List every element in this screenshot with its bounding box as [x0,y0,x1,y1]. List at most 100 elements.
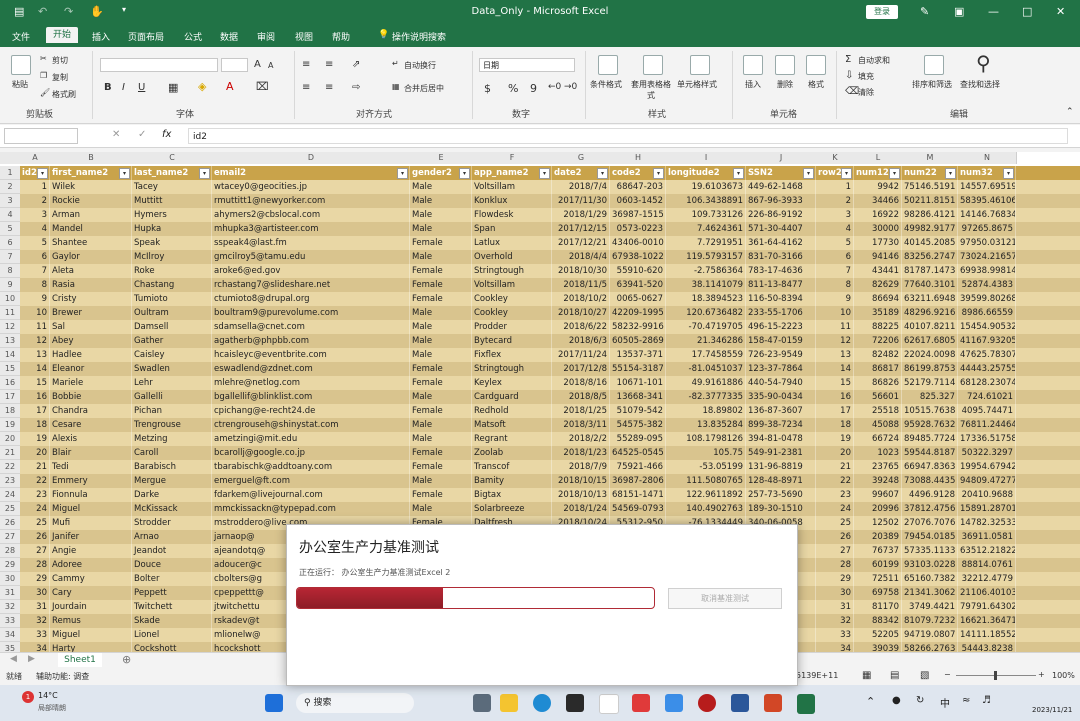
table-cell[interactable]: Angie [50,544,132,558]
table-cell[interactable]: 16 [816,390,854,404]
filter-dropdown-icon[interactable]: ▾ [945,168,956,179]
table-cell[interactable]: 26 [816,530,854,544]
paste-button[interactable]: 粘贴 [12,79,28,90]
table-cell[interactable]: Gaylor [50,250,132,264]
cancel-entry-icon[interactable]: ✕ [112,129,120,140]
column-header[interactable]: C [132,152,213,164]
table-cell[interactable]: 64525-0545 [610,446,666,460]
row-number[interactable]: 29 [0,558,20,572]
row-number[interactable]: 2 [0,180,20,194]
table-cell[interactable]: 40145.2085 [902,236,958,250]
table-cell[interactable]: 60199 [854,558,902,572]
table-cell[interactable]: 51079-542 [610,404,666,418]
align-left-icon[interactable]: ≡ [302,82,310,93]
table-cell[interactable]: 14 [20,362,50,376]
table-cell[interactable]: 20 [816,446,854,460]
normal-view-icon[interactable]: ▦ [862,670,871,681]
table-cell[interactable]: McIlroy [132,250,212,264]
table-cell[interactable]: 39248 [854,474,902,488]
zoom-level[interactable]: 100% [1052,671,1075,680]
table-cell[interactable]: 2018/4/4 [552,250,610,264]
cloud-app-icon[interactable] [665,694,683,712]
table-cell[interactable]: 2018/10/2 [552,292,610,306]
table-cell[interactable]: Mandel [50,222,132,236]
powerpoint-icon[interactable] [764,694,782,712]
table-cell[interactable]: Male [410,250,472,264]
row-number[interactable]: 16 [0,376,20,390]
table-cell[interactable]: 12 [20,334,50,348]
table-cell[interactable]: 94809.47277 [958,474,1016,488]
table-cell[interactable]: 119.5793157 [666,250,746,264]
filter-dropdown-icon[interactable]: ▾ [1003,168,1014,179]
tell-me-search[interactable]: 操作说明搜索 [386,29,452,44]
find-select-button[interactable]: 查找和选择 [960,79,1000,90]
table-cell[interactable]: 37812.4756 [902,502,958,516]
tab-insert[interactable]: 插入 [86,29,116,44]
table-cell[interactable]: Miguel [50,502,132,516]
table-cell[interactable]: 98286.4121 [902,208,958,222]
table-cell[interactable]: emerguel@ft.com [212,474,410,488]
tab-file[interactable]: 文件 [6,29,36,44]
table-cell[interactable]: 52205 [854,628,902,642]
header-cell[interactable]: row2 ▾ [816,166,854,180]
table-cell[interactable]: 55910-620 [610,264,666,278]
table-cell[interactable]: Cockshott [132,642,212,652]
table-cell[interactable]: 86817 [854,362,902,376]
table-cell[interactable]: 21 [20,460,50,474]
table-cell[interactable]: 394-81-0478 [746,432,816,446]
word-icon[interactable] [731,694,749,712]
table-cell[interactable]: bgallellif@blinklist.com [212,390,410,404]
filter-dropdown-icon[interactable]: ▾ [653,168,664,179]
table-cell[interactable]: 2017/12/15 [552,222,610,236]
table-cell[interactable]: 73088.4435 [902,474,958,488]
table-cell[interactable]: boultram9@purevolume.com [212,306,410,320]
copy-icon[interactable]: ❐ [40,71,47,80]
cell-styles-button[interactable]: 单元格样式 [677,79,717,90]
row-number[interactable]: 13 [0,334,20,348]
table-cell[interactable]: 63512.21822 [958,544,1016,558]
table-cell[interactable]: 68128.23074 [958,376,1016,390]
table-cell[interactable]: 89485.7724 [902,432,958,446]
file-explorer-icon[interactable] [500,694,518,712]
table-cell[interactable]: 19 [20,432,50,446]
table-cell[interactable]: 2018/1/25 [552,404,610,418]
header-cell[interactable]: num12 ▾ [854,166,902,180]
table-cell[interactable]: 42209-1995 [610,306,666,320]
table-cell[interactable]: Emmery [50,474,132,488]
filter-dropdown-icon[interactable]: ▾ [889,168,900,179]
column-header[interactable]: B [50,152,133,164]
table-cell[interactable]: 16922 [854,208,902,222]
increase-decimal-icon[interactable]: ←0 [548,82,561,92]
tab-data[interactable]: 数据 [214,29,244,44]
table-cell[interactable]: 54575-382 [610,418,666,432]
table-cell[interactable]: 361-64-4162 [746,236,816,250]
table-cell[interactable]: 33 [816,628,854,642]
table-cell[interactable]: Darke [132,488,212,502]
table-cell[interactable]: Female [410,446,472,460]
table-cell[interactable]: 32 [816,614,854,628]
table-cell[interactable]: 52874.4383 [958,278,1016,292]
table-cell[interactable]: 2017/11/24 [552,348,610,362]
table-cell[interactable]: Fionnula [50,488,132,502]
comma-button[interactable]: 9 [530,82,537,95]
table-cell[interactable]: Female [410,460,472,474]
table-cell[interactable]: 20 [20,446,50,460]
table-cell[interactable]: 47625.78307 [958,348,1016,362]
table-cell[interactable]: Male [410,474,472,488]
table-cell[interactable]: 49.9161886 [666,376,746,390]
table-cell[interactable]: aroke6@ed.gov [212,264,410,278]
table-cell[interactable]: 120.6736482 [666,306,746,320]
table-cell[interactable]: Male [410,390,472,404]
percent-button[interactable]: % [508,82,518,95]
paste-icon[interactable] [11,55,31,75]
ime-indicator[interactable]: 中 [940,695,950,710]
table-cell[interactable]: 7.7291951 [666,236,746,250]
row-number[interactable]: 12 [0,320,20,334]
table-cell[interactable]: 30000 [854,222,902,236]
table-cell[interactable]: 57335.1133 [902,544,958,558]
table-cell[interactable]: Regrant [472,432,552,446]
table-cell[interactable]: 9942 [854,180,902,194]
table-cell[interactable]: 12502 [854,516,902,530]
table-cell[interactable]: 86199.8753 [902,362,958,376]
table-cell[interactable]: 10 [816,306,854,320]
